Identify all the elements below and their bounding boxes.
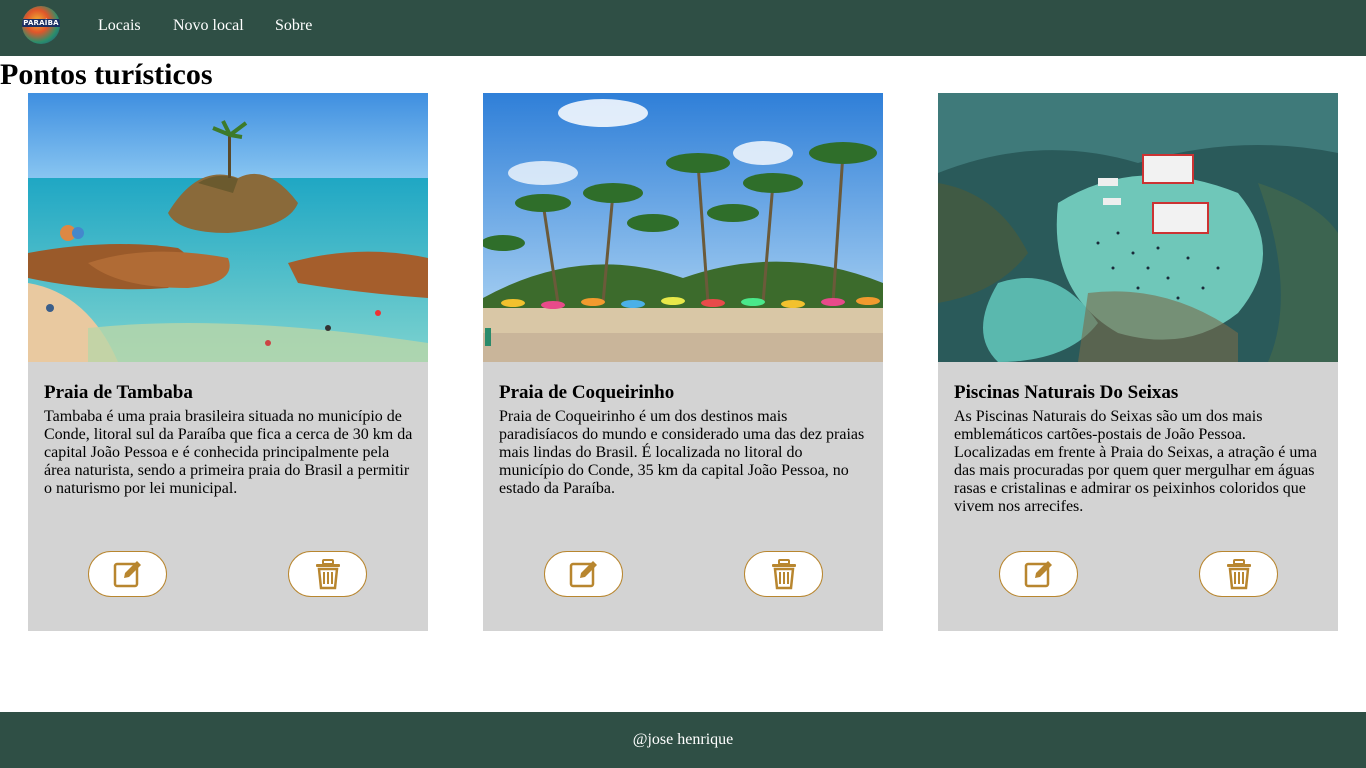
edit-button[interactable]	[544, 551, 623, 597]
edit-icon	[113, 561, 141, 588]
card-description: Praia de Coqueirinho é um dos destinos m…	[499, 408, 865, 497]
page-title: Pontos turísticos	[0, 58, 213, 91]
card-image-coqueirinho	[483, 93, 883, 362]
nav-link-locais[interactable]: Locais	[98, 17, 141, 35]
trash-icon	[315, 559, 340, 590]
card-piscinas-naturais-do-seixas: Piscinas Naturais Do Seixas As Piscinas …	[938, 93, 1338, 631]
delete-button[interactable]	[1199, 551, 1278, 597]
card-description: As Piscinas Naturais do Seixas são um do…	[954, 408, 1317, 515]
card-title: Praia de Tambaba	[44, 382, 193, 403]
edit-button[interactable]	[999, 551, 1078, 597]
paraiba-logo[interactable]: PARAÍBA	[22, 6, 60, 44]
top-navbar: PARAÍBA Locais Novo local Sobre	[0, 0, 1366, 56]
nav-link-sobre[interactable]: Sobre	[275, 17, 312, 35]
footer: @jose henrique	[0, 712, 1366, 768]
edit-icon	[1024, 561, 1052, 588]
edit-icon	[569, 561, 597, 588]
delete-button[interactable]	[288, 551, 367, 597]
delete-button[interactable]	[744, 551, 823, 597]
logo-text: PARAÍBA	[22, 19, 60, 27]
card-praia-de-tambaba: Praia de Tambaba Tambaba é uma praia bra…	[28, 93, 428, 631]
nav-link-novo-local[interactable]: Novo local	[173, 17, 244, 35]
footer-credit: @jose henrique	[632, 731, 734, 748]
card-image-tambaba	[28, 93, 428, 362]
card-image-seixas	[938, 93, 1338, 362]
card-description: Tambaba é uma praia brasileira situada n…	[44, 408, 413, 497]
trash-icon	[1226, 559, 1251, 590]
card-title: Piscinas Naturais Do Seixas	[954, 382, 1179, 403]
edit-button[interactable]	[88, 551, 167, 597]
card-praia-de-coqueirinho: Praia de Coqueirinho Praia de Coqueirinh…	[483, 93, 883, 631]
card-title: Praia de Coqueirinho	[499, 382, 675, 403]
trash-icon	[771, 559, 796, 590]
